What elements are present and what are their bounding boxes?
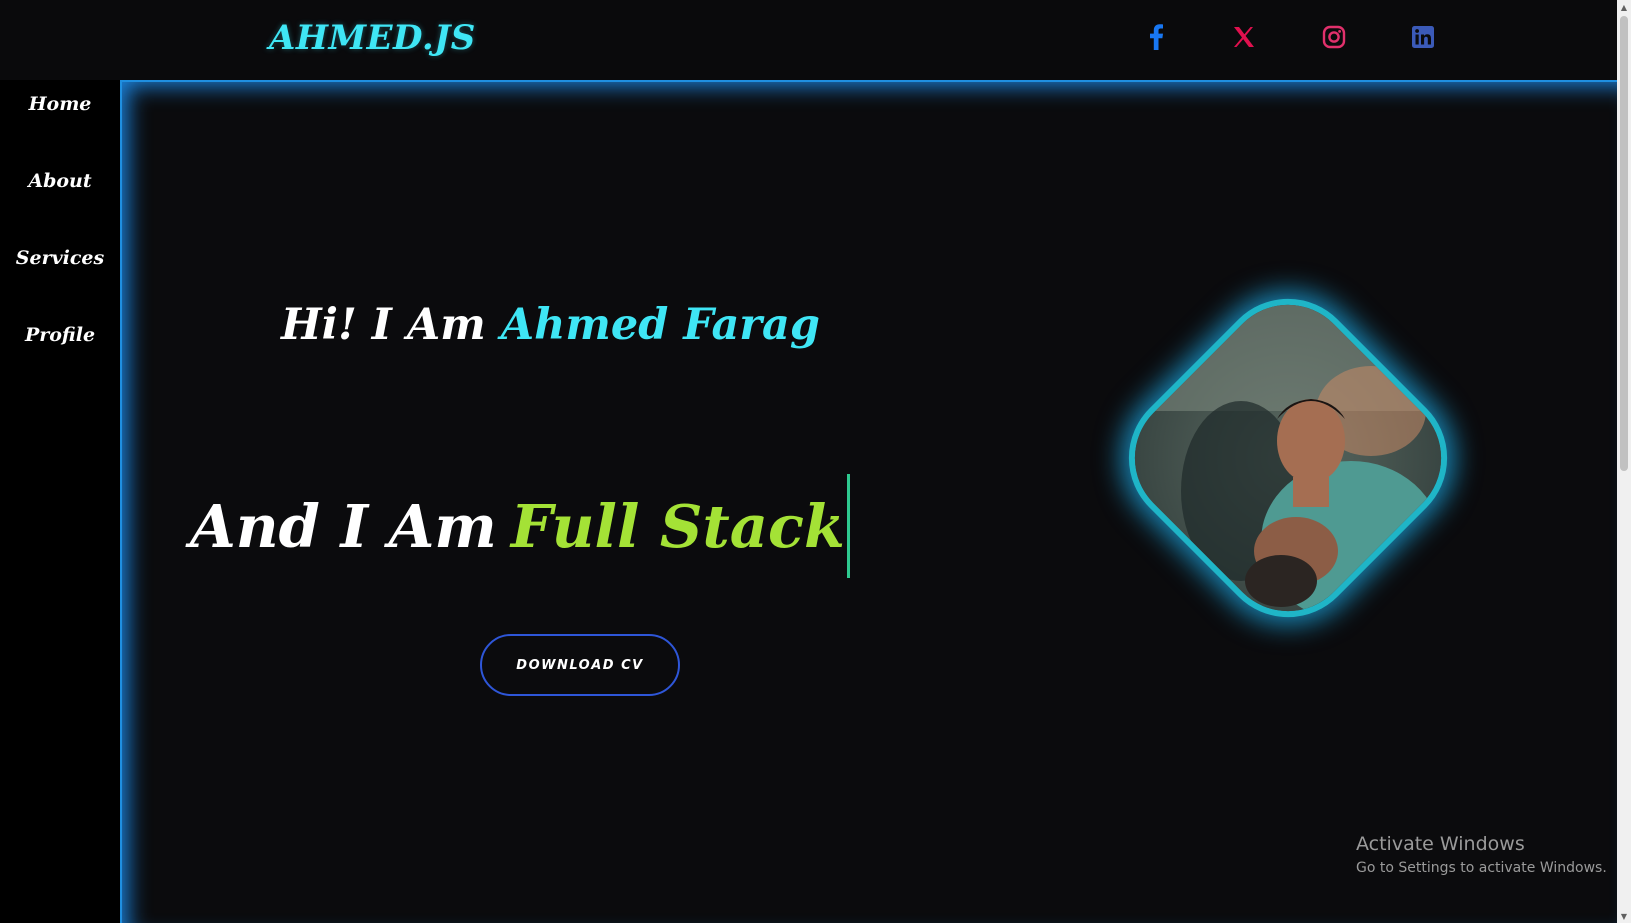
greeting-text: Hi! I Am	[281, 300, 486, 350]
scroll-up-icon[interactable]: ▲	[1617, 0, 1631, 14]
linkedin-icon[interactable]	[1406, 20, 1440, 54]
sidebar-item-services[interactable]: Services	[0, 247, 120, 269]
hero-name: Ahmed Farag	[500, 300, 820, 350]
page: AHMED.JS Home About Services Profile Hi!…	[0, 0, 1631, 923]
activate-windows-subtitle: Go to Settings to activate Windows.	[1356, 860, 1607, 876]
sidebar-item-home[interactable]: Home	[0, 93, 120, 115]
facebook-icon[interactable]	[1139, 20, 1173, 54]
typing-caret	[846, 474, 850, 578]
site-logo[interactable]: AHMED.JS	[269, 18, 476, 58]
download-cv-button[interactable]: DOWNLOAD CV	[480, 634, 680, 696]
hero-greeting: Hi! I Am Ahmed Farag	[281, 300, 820, 350]
scroll-thumb[interactable]	[1620, 16, 1628, 471]
x-icon[interactable]	[1227, 20, 1261, 54]
vertical-scrollbar[interactable]: ▲ ▼	[1617, 0, 1631, 923]
sidebar-item-about[interactable]: About	[0, 170, 120, 192]
instagram-icon[interactable]	[1317, 20, 1351, 54]
role-prefix: And I Am	[190, 491, 497, 561]
scroll-down-icon[interactable]: ▼	[1617, 909, 1631, 923]
sidebar-nav: Home About Services Profile	[0, 80, 120, 923]
role-typed-text: Full Stack	[510, 491, 845, 561]
top-header: AHMED.JS	[0, 0, 1617, 80]
activate-windows-title: Activate Windows	[1356, 833, 1525, 855]
sidebar-item-profile[interactable]: Profile	[0, 324, 120, 346]
hero-role: And I Am Full Stack	[190, 474, 850, 578]
